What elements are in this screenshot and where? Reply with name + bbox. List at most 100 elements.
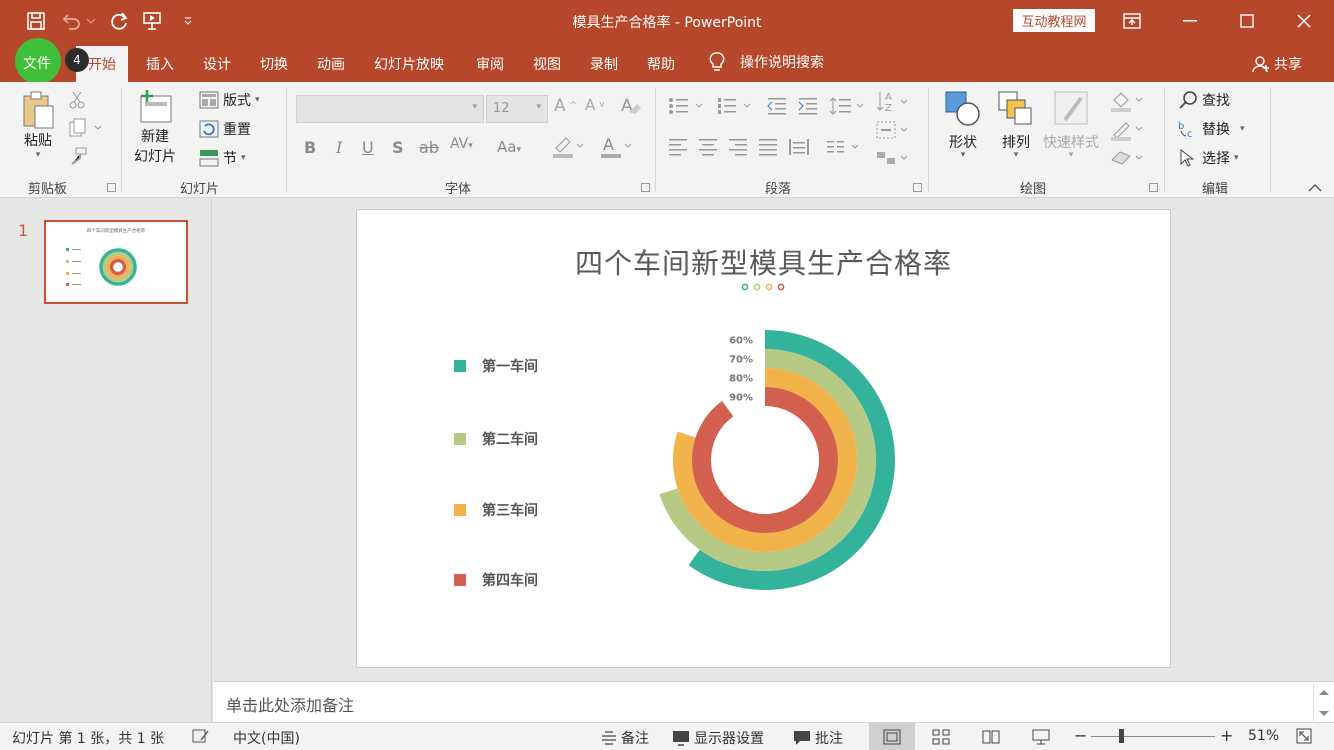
strikethrough-button[interactable]: ab [419,138,439,157]
zoom-slider-thumb[interactable] [1119,729,1124,743]
tell-me-search[interactable]: 操作说明搜索 [708,51,824,73]
numbering-button[interactable] [716,96,752,116]
zoom-level[interactable]: 51% [1248,728,1279,744]
normal-view-button[interactable] [869,723,915,750]
pen-icon [1111,122,1143,141]
italic-button[interactable]: I [336,138,342,157]
close-icon[interactable] [1276,0,1332,42]
radial-bar-label: 90% [729,393,753,404]
accessibility-icon[interactable] [192,728,210,744]
tab-insert[interactable]: 插入 [146,54,174,74]
smartart-button[interactable] [875,148,909,168]
ribbon-display-options-icon[interactable] [1104,0,1160,42]
align-center-button[interactable] [698,138,718,156]
shapes-label: 形状 [949,135,977,151]
bullets-button[interactable] [668,96,704,116]
align-right-button[interactable] [728,138,748,156]
tab-design[interactable]: 设计 [203,54,231,74]
notes-toggle-button[interactable]: 备注 [601,728,649,748]
cut-button[interactable] [68,90,86,110]
zoom-slider-track[interactable] [1091,736,1215,737]
paste-button[interactable]: 粘贴 ▾ [21,90,55,160]
reset-label: 重置 [223,122,251,138]
replace-button[interactable]: bc 替换 ▾ [1178,119,1245,139]
radial-bar-chart[interactable]: 60% 70% 80% 90% [635,328,915,608]
copy-button[interactable] [68,118,102,138]
layout-button[interactable]: 版式 ▾ [199,90,260,110]
language-indicator[interactable]: 中文(中国) [233,728,300,748]
minimize-icon[interactable] [1162,0,1218,42]
tab-animations[interactable]: 动画 [317,54,345,74]
tab-record[interactable]: 录制 [590,54,618,74]
shapes-button[interactable]: 形状 ▾ [944,90,982,160]
tab-file[interactable]: 文件 [23,53,51,73]
select-button[interactable]: 选择 ▾ [1178,148,1239,168]
quick-styles-button[interactable]: 快速样式 ▾ [1043,90,1099,160]
shape-fill-button[interactable] [1110,90,1144,112]
legend-swatch [454,504,466,516]
line-spacing-button[interactable] [829,96,865,116]
slide-title[interactable]: 四个车间新型模具生产合格率 [357,242,1170,282]
clipboard-dialog-launcher[interactable] [107,183,116,192]
new-slide-button[interactable]: 新建 幻灯片 [134,88,176,166]
notes-scrollbar[interactable] [1313,684,1333,721]
format-painter-button[interactable] [68,146,88,166]
bold-button[interactable]: B [304,138,316,157]
find-button[interactable]: 查找 [1178,90,1230,110]
font-size-combo[interactable]: 12 ▾ [486,95,548,123]
radial-bar[interactable] [692,387,838,533]
character-spacing-button[interactable]: AV▾ [450,136,473,152]
columns-button[interactable] [826,138,862,156]
tab-help[interactable]: 帮助 [647,54,675,74]
notes-pane[interactable]: 单击此处添加备注 [213,681,1334,722]
collapse-ribbon-icon[interactable] [1308,184,1322,192]
font-name-combo[interactable]: ▾ [296,95,484,123]
brand-badge: 互动教程网 [1013,9,1095,32]
align-left-button[interactable] [668,138,688,156]
clear-formatting-button[interactable]: A [619,94,641,116]
tab-view[interactable]: 视图 [533,54,561,74]
slide-canvas[interactable]: 四个车间新型模具生产合格率 第一车间 第二车间 第三车间 第四车间 60% 70%… [356,209,1171,668]
maximize-icon[interactable] [1219,0,1275,42]
align-text-button[interactable] [875,120,909,140]
shape-effects-button[interactable] [1110,148,1144,168]
font-dialog-launcher[interactable] [641,183,650,192]
slide-sorter-view-button[interactable] [918,723,964,750]
increase-indent-button[interactable] [797,96,819,116]
title-decoration-dots [741,283,785,291]
decrease-indent-button[interactable] [766,96,788,116]
reset-button[interactable]: 重置 [199,119,251,139]
svg-text:Z: Z [885,103,892,114]
fit-to-window-icon[interactable] [1296,728,1312,744]
tab-review[interactable]: 审阅 [476,54,504,74]
shape-outline-button[interactable] [1110,119,1144,141]
distributed-button[interactable] [788,138,810,156]
shadow-button[interactable]: S [392,138,404,157]
slideshow-view-button[interactable] [1018,723,1064,750]
notes-placeholder[interactable]: 单击此处添加备注 [226,692,354,716]
display-settings-button[interactable]: 显示器设置 [672,728,764,748]
comments-button[interactable]: 批注 [793,728,843,748]
arrange-button[interactable]: 排列 ▾ [997,90,1035,160]
font-color-button[interactable]: A [600,134,632,158]
paragraph-dialog-launcher[interactable] [913,183,922,192]
increase-font-size-button[interactable]: A ^ [554,96,577,116]
slide-thumbnail[interactable]: 四个车间新型模具生产合格率 [44,220,188,304]
decrease-font-size-button[interactable]: Av [585,96,605,114]
tab-transitions[interactable]: 切换 [260,54,288,74]
paragraph-group-label: 段落 [765,182,792,197]
title-bar: 模具生产合格率 - PowerPoint 互动教程网 [0,0,1334,42]
zoom-out-button[interactable]: − [1074,726,1087,745]
justify-button[interactable] [758,138,778,156]
zoom-in-button[interactable]: + [1220,726,1233,745]
underline-button[interactable]: U [362,138,374,157]
highlight-button[interactable] [552,134,584,158]
text-direction-button[interactable]: AZ [875,90,909,114]
tab-slideshow[interactable]: 幻灯片放映 [374,54,444,74]
change-case-button[interactable]: Aa▾ [497,138,521,156]
drawing-dialog-launcher[interactable] [1149,183,1158,192]
share-button[interactable]: 共享 [1252,54,1302,74]
numbering-icon [718,98,751,114]
section-button[interactable]: 节 ▾ [199,148,246,168]
reading-view-button[interactable] [968,723,1014,750]
